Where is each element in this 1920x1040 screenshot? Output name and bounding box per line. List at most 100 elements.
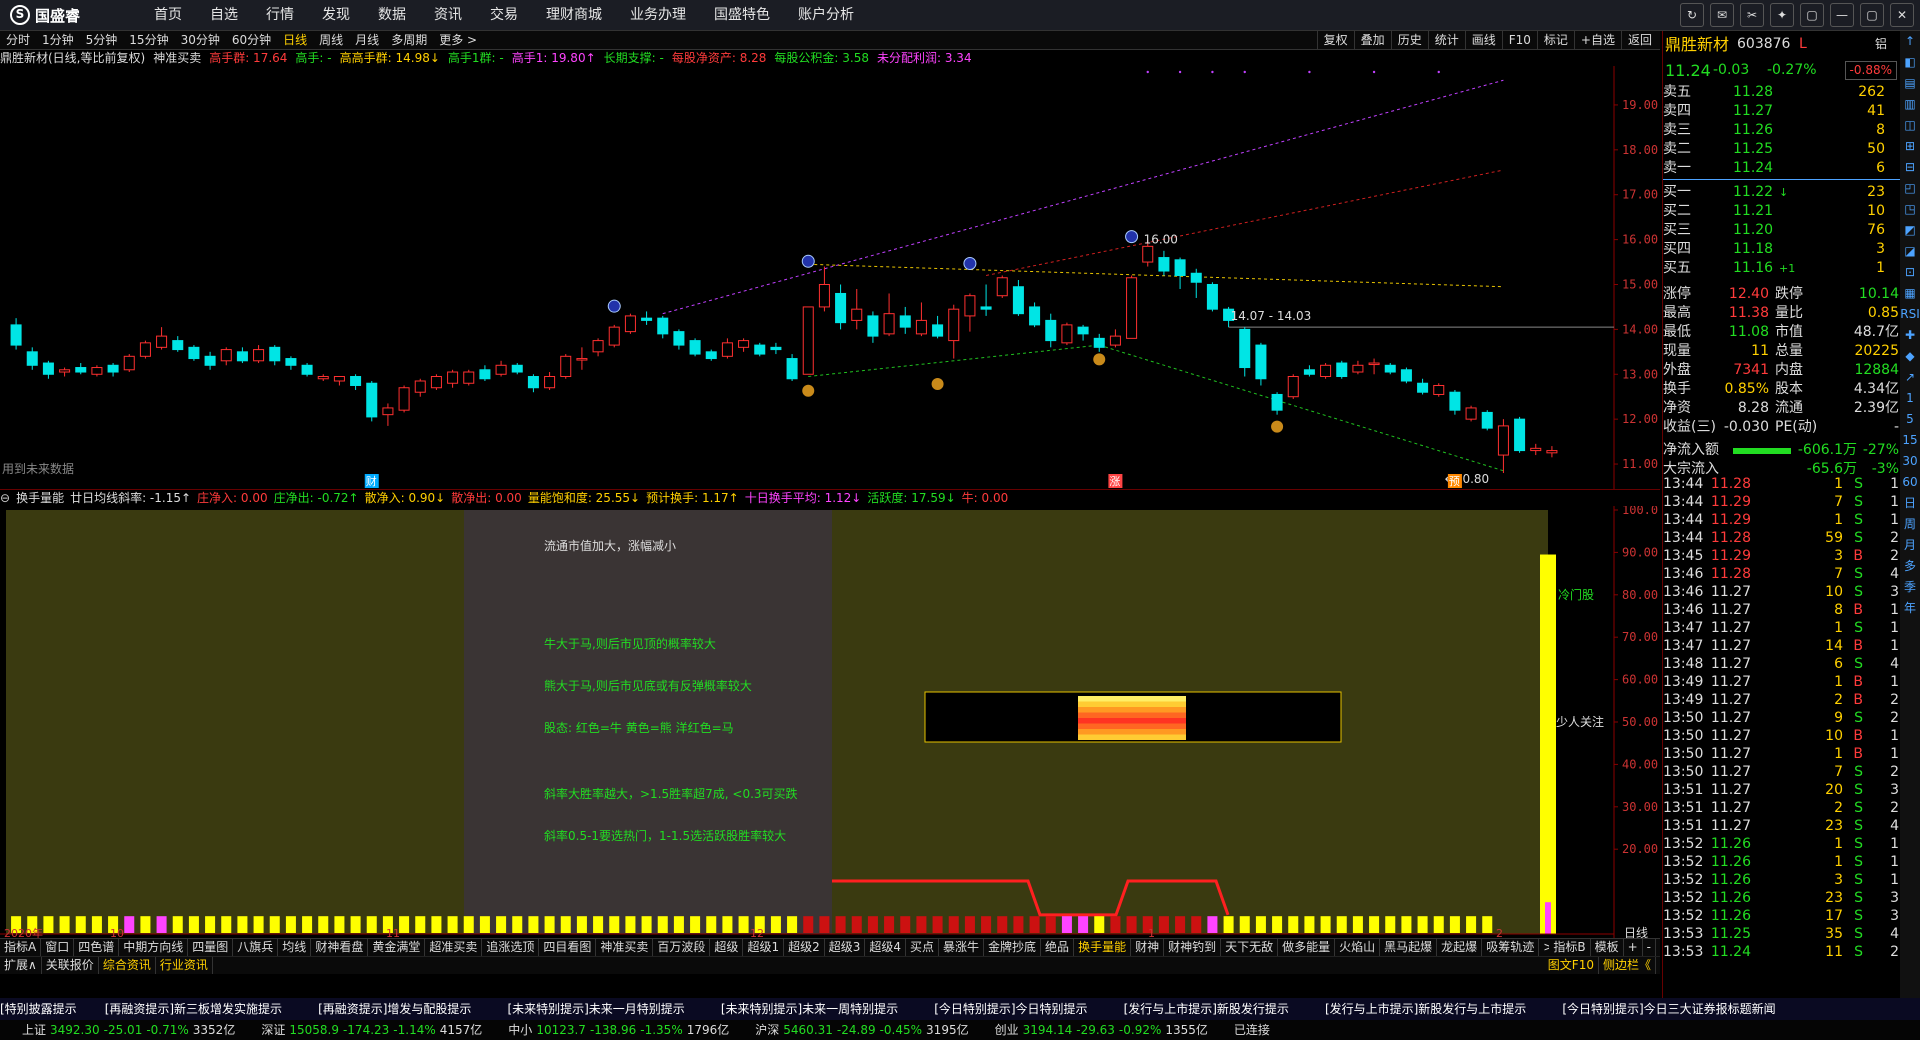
tool-icon[interactable]: ◰ xyxy=(1900,178,1920,199)
candle-body[interactable] xyxy=(1336,362,1348,378)
indicator-tab[interactable]: 暴涨牛 xyxy=(939,939,985,956)
candle-body[interactable] xyxy=(948,308,960,342)
period-tab[interactable]: 15分钟 xyxy=(123,31,174,49)
candle-body[interactable] xyxy=(1400,369,1412,382)
indicator-tab[interactable]: 窗口 xyxy=(41,939,75,956)
candle-body[interactable] xyxy=(673,331,685,346)
candle-body[interactable] xyxy=(10,324,22,346)
candle-body[interactable] xyxy=(317,376,329,380)
candle-body[interactable] xyxy=(1109,335,1121,346)
candle-body[interactable] xyxy=(1433,384,1445,395)
close-icon[interactable]: ✕ xyxy=(1890,3,1914,27)
turnover-energy-chart[interactable]: 100.0 90.00 80.00 70.00 60.00 50.00 40.00 30.00… xyxy=(0,506,1660,938)
candle-body[interactable] xyxy=(220,349,232,362)
indicator-tab[interactable]: 财神钓到 xyxy=(1164,939,1222,956)
toolbar-button[interactable]: 统计 xyxy=(1427,31,1465,49)
candle-body[interactable] xyxy=(1142,245,1154,263)
candle-body[interactable] xyxy=(867,315,879,337)
indicator-tab[interactable]: 中期方向线 xyxy=(119,939,189,956)
indicator-tab[interactable]: 吸筹轨迹 xyxy=(1482,939,1540,956)
period-tab[interactable]: 分时 xyxy=(0,31,36,49)
toolbar-button[interactable]: +自选 xyxy=(1573,31,1621,49)
candle-body[interactable] xyxy=(1061,324,1073,344)
nav-item[interactable]: 自选 xyxy=(196,0,252,30)
candle-body[interactable] xyxy=(1093,337,1105,348)
candle-body[interactable] xyxy=(980,306,992,310)
indicator-tab[interactable]: 四目看图 xyxy=(539,939,597,956)
indicator-tab[interactable]: 天下无敌 xyxy=(1221,939,1279,956)
refresh-icon[interactable]: ↻ xyxy=(1680,3,1704,27)
template-button[interactable]: + xyxy=(1624,939,1643,956)
toolbar-button[interactable]: 返回 xyxy=(1620,31,1658,49)
nav-item[interactable]: 发现 xyxy=(308,0,364,30)
candle-body[interactable] xyxy=(26,351,38,366)
candle-body[interactable] xyxy=(1206,283,1218,310)
tool-icon[interactable]: ↑ xyxy=(1900,31,1920,52)
candle-body[interactable] xyxy=(770,346,782,351)
period-shortcut[interactable]: 年 xyxy=(1900,598,1920,619)
indicator-tab[interactable]: 超级2 xyxy=(784,939,825,956)
skin-icon[interactable]: ✦ xyxy=(1770,3,1794,27)
indicator-tab[interactable]: 换手量能 xyxy=(1074,939,1132,956)
nav-item[interactable]: 理财商城 xyxy=(532,0,616,30)
candle-body[interactable] xyxy=(253,349,265,362)
indicator-tab[interactable]: 均线 xyxy=(278,939,312,956)
candle-body[interactable] xyxy=(1384,364,1396,373)
period-tab[interactable]: 周线 xyxy=(313,31,349,49)
candle-body[interactable] xyxy=(964,295,976,317)
indicator-tab[interactable]: 百万波段 xyxy=(653,939,711,956)
indicator-tab[interactable]: 四量图 xyxy=(188,939,234,956)
candle-body[interactable] xyxy=(738,340,750,348)
period-tab[interactable]: 多周期 xyxy=(385,31,433,49)
candle-body[interactable] xyxy=(1352,364,1364,373)
indicator-tab[interactable]: 四色谱 xyxy=(74,939,120,956)
nav-item[interactable]: 国盛特色 xyxy=(700,0,784,30)
candle-body[interactable] xyxy=(430,376,442,389)
period-shortcut[interactable]: 月 xyxy=(1900,535,1920,556)
candle-body[interactable] xyxy=(592,340,604,353)
period-shortcut[interactable]: 15 xyxy=(1900,430,1920,451)
news-item[interactable]: [未来特别提示]未来一周特别提示 xyxy=(703,998,916,1020)
kline-chart[interactable]: 11.00 12.00 13.00 14.00 15.00 16.00 17.00 18.00… xyxy=(0,66,1660,489)
candle-body[interactable] xyxy=(1530,447,1542,452)
indicator-tab[interactable]: 神准买卖 xyxy=(596,939,654,956)
tool-icon[interactable]: RSI xyxy=(1900,304,1920,325)
toolbar-button[interactable]: F10 xyxy=(1501,31,1537,49)
candle-body[interactable] xyxy=(479,369,491,380)
candle-body[interactable] xyxy=(366,382,378,418)
candle-body[interactable] xyxy=(1287,376,1299,398)
period-shortcut[interactable]: 5 xyxy=(1900,409,1920,430)
candle-body[interactable] xyxy=(269,346,281,362)
period-tab[interactable]: 5分钟 xyxy=(80,31,124,49)
candle-body[interactable] xyxy=(382,407,394,416)
indicator-tab[interactable]: 黑马起爆 xyxy=(1380,939,1438,956)
indicator-tab[interactable]: 黄金满堂 xyxy=(368,939,426,956)
info-tab[interactable]: 关联报价 xyxy=(42,957,99,974)
candle-body[interactable] xyxy=(398,387,410,411)
candle-body[interactable] xyxy=(1368,362,1380,366)
info-tab[interactable]: 行业资讯 xyxy=(156,957,213,974)
candle-body[interactable] xyxy=(172,340,184,351)
news-item[interactable]: [未来特别提示]未来一月特别提示 xyxy=(489,998,702,1020)
tool-icon[interactable]: ▤ xyxy=(1900,73,1920,94)
tool-icon[interactable]: ◫ xyxy=(1900,115,1920,136)
indicator-tab[interactable]: 做多能量 xyxy=(1278,939,1336,956)
maximize-icon[interactable]: ▢ xyxy=(1860,3,1884,27)
template-button[interactable]: 模板 xyxy=(1591,939,1624,956)
tool-icon[interactable]: ◧ xyxy=(1900,52,1920,73)
nav-item[interactable]: 资讯 xyxy=(420,0,476,30)
candle-body[interactable] xyxy=(996,277,1008,297)
news-item[interactable]: [发行与上市提示]新股发行提示 xyxy=(1106,998,1307,1020)
info-tab[interactable]: 扩展∧ xyxy=(0,957,42,974)
candle-body[interactable] xyxy=(689,340,701,355)
candle-body[interactable] xyxy=(59,369,71,373)
tool-icon[interactable]: ▥ xyxy=(1900,94,1920,115)
indicator-tab[interactable]: 八旗兵 xyxy=(233,939,279,956)
candle-body[interactable] xyxy=(1045,319,1057,342)
indicator-tab[interactable]: 超级 xyxy=(710,939,744,956)
tool-icon[interactable]: ✚ xyxy=(1900,325,1920,346)
candle-body[interactable] xyxy=(285,358,297,366)
candle-body[interactable] xyxy=(414,380,426,393)
candle-body[interactable] xyxy=(75,367,87,373)
cut-icon[interactable]: ✂ xyxy=(1740,3,1764,27)
